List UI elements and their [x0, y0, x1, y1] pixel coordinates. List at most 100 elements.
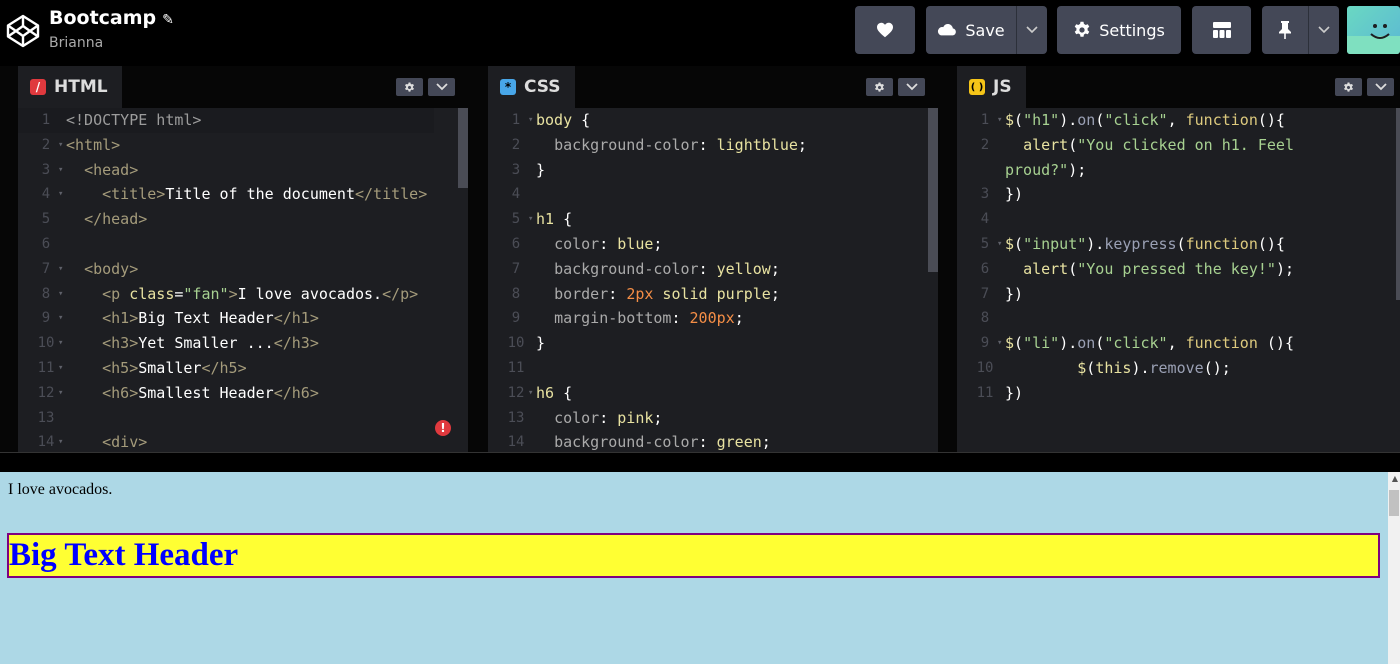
- chevron-down-icon: [435, 83, 448, 91]
- fold-arrow-icon[interactable]: ▾: [997, 108, 1002, 133]
- gear-icon: [405, 81, 414, 92]
- code-line[interactable]: 4: [957, 207, 1400, 232]
- css-settings-button[interactable]: [866, 78, 893, 96]
- code-line[interactable]: 14 background-color: green;: [488, 430, 938, 452]
- code-line[interactable]: 1 ▾ body {: [488, 108, 938, 133]
- code-line[interactable]: 1 ▾ $("h1").on("click", function(){: [957, 108, 1400, 133]
- css-scrollbar[interactable]: [928, 108, 938, 272]
- code-text: $("input").keypress(function(){: [1005, 234, 1285, 253]
- code-line[interactable]: 7 background-color: yellow;: [488, 257, 938, 282]
- js-settings-button[interactable]: [1335, 78, 1362, 96]
- tab-css[interactable]: * CSS: [488, 66, 575, 108]
- pin-dropdown-button[interactable]: [1308, 6, 1339, 54]
- fold-arrow-icon[interactable]: ▾: [58, 331, 63, 356]
- fold-arrow-icon[interactable]: ▾: [58, 356, 63, 381]
- code-line[interactable]: 4 ▾ <title>Title of the document</title>: [18, 182, 468, 207]
- code-line[interactable]: 7 ▾ <body>: [18, 257, 468, 282]
- line-number: 2: [980, 136, 990, 153]
- code-line[interactable]: 5 ▾ h1 {: [488, 207, 938, 232]
- line-number: 3: [41, 161, 51, 178]
- fold-arrow-icon[interactable]: ▾: [58, 381, 63, 406]
- code-line[interactable]: 8 border: 2px solid purple;: [488, 282, 938, 307]
- line-number: 7: [980, 285, 990, 302]
- code-line[interactable]: 9 ▾ $("li").on("click", function (){: [957, 331, 1400, 356]
- code-line[interactable]: 5 ▾ $("input").keypress(function(){: [957, 232, 1400, 257]
- fold-arrow-icon[interactable]: ▾: [528, 207, 533, 232]
- preview-scroll-thumb[interactable]: [1389, 490, 1399, 516]
- code-line[interactable]: 5 </head>: [18, 207, 468, 232]
- fold-arrow-icon[interactable]: ▾: [58, 430, 63, 452]
- fold-arrow-icon[interactable]: ▾: [997, 232, 1002, 257]
- pen-title-text[interactable]: Bootcamp: [49, 7, 156, 29]
- preview-h1[interactable]: Big Text Header: [7, 533, 1380, 578]
- pencil-icon[interactable]: ✎: [162, 12, 174, 28]
- pen-owner[interactable]: Brianna: [49, 35, 103, 51]
- code-line[interactable]: 11 ▾ <h5>Smaller</h5>: [18, 356, 468, 381]
- fold-arrow-icon[interactable]: ▾: [58, 182, 63, 207]
- tab-js[interactable]: ( ) JS: [957, 66, 1026, 108]
- result-preview[interactable]: I love avocados. Big Text Header ▲: [0, 472, 1400, 664]
- code-line[interactable]: 13 color: pink;: [488, 406, 938, 431]
- html-scrollbar[interactable]: [458, 108, 468, 188]
- code-line[interactable]: 2 alert("You clicked on h1. Feel: [957, 133, 1400, 158]
- fold-arrow-icon[interactable]: ▾: [997, 331, 1002, 356]
- js-scrollbar[interactable]: [1396, 108, 1400, 300]
- html-collapse-button[interactable]: [428, 78, 455, 96]
- code-line[interactable]: 13: [18, 406, 468, 431]
- heart-button[interactable]: [855, 6, 915, 54]
- code-line[interactable]: 7}): [957, 282, 1400, 307]
- code-line[interactable]: 8 ▾ <p class="fan">I love avocados.</p>: [18, 282, 468, 307]
- save-dropdown-button[interactable]: [1016, 6, 1047, 54]
- code-line[interactable]: 2 background-color: lightblue;: [488, 133, 938, 158]
- code-line[interactable]: 3}): [957, 182, 1400, 207]
- code-line[interactable]: 6 color: blue;: [488, 232, 938, 257]
- code-line[interactable]: proud?");: [957, 158, 1400, 183]
- pen-title[interactable]: Bootcamp ✎: [49, 7, 174, 29]
- css-code-editor[interactable]: 1 ▾ body {2 background-color: lightblue; 3}…: [488, 108, 938, 452]
- code-line[interactable]: 12 ▾ <h6>Smallest Header</h6>: [18, 381, 468, 406]
- code-line[interactable]: 11: [488, 356, 938, 381]
- pin-button[interactable]: [1262, 6, 1308, 54]
- tab-html[interactable]: / HTML: [18, 66, 122, 108]
- fold-arrow-icon[interactable]: ▾: [58, 282, 63, 307]
- line-number: 6: [511, 235, 521, 252]
- fold-arrow-icon[interactable]: ▾: [58, 158, 63, 183]
- layout-button[interactable]: [1192, 6, 1251, 54]
- settings-button[interactable]: Settings: [1057, 6, 1181, 54]
- code-line[interactable]: 9 margin-bottom: 200px;: [488, 306, 938, 331]
- fold-arrow-icon[interactable]: ▾: [58, 306, 63, 331]
- chevron-down-icon: [905, 83, 918, 91]
- code-line[interactable]: 4: [488, 182, 938, 207]
- code-line[interactable]: 8: [957, 306, 1400, 331]
- code-line[interactable]: 10 ▾ <h3>Yet Smaller ...</h3>: [18, 331, 468, 356]
- code-line[interactable]: 6 alert("You pressed the key!");: [957, 257, 1400, 282]
- css-collapse-button[interactable]: [898, 78, 925, 96]
- fold-arrow-icon[interactable]: ▾: [528, 108, 533, 133]
- code-line[interactable]: 3 ▾ <head>: [18, 158, 468, 183]
- fold-arrow-icon[interactable]: ▾: [528, 381, 533, 406]
- js-collapse-button[interactable]: [1367, 78, 1394, 96]
- code-line[interactable]: 6: [18, 232, 468, 257]
- code-line[interactable]: 1 <!DOCTYPE html>: [18, 108, 434, 133]
- js-code-editor[interactable]: 1 ▾ $("h1").on("click", function(){2 alert…: [957, 108, 1400, 452]
- preview-resizer[interactable]: [0, 452, 1400, 473]
- code-line[interactable]: 11}): [957, 381, 1400, 406]
- code-line[interactable]: 14 ▾ <div>: [18, 430, 468, 452]
- code-line[interactable]: 9 ▾ <h1>Big Text Header</h1>: [18, 306, 468, 331]
- code-line[interactable]: 10}: [488, 331, 938, 356]
- fold-arrow-icon[interactable]: ▾: [58, 133, 63, 158]
- line-number: 8: [980, 310, 990, 327]
- codepen-logo-icon[interactable]: [6, 14, 40, 48]
- preview-scrollbar[interactable]: ▲: [1388, 472, 1400, 664]
- save-button[interactable]: Save: [926, 6, 1016, 54]
- html-code-editor[interactable]: 1 <!DOCTYPE html> 2 ▾ <html> 3 ▾ <head> 4 ▾ <tit…: [18, 108, 468, 452]
- scroll-up-arrow-icon[interactable]: ▲: [1392, 474, 1398, 483]
- code-line[interactable]: 10 $(this).remove();: [957, 356, 1400, 381]
- user-avatar[interactable]: [1347, 6, 1400, 54]
- fold-arrow-icon[interactable]: ▾: [58, 257, 63, 282]
- error-icon[interactable]: !: [435, 420, 451, 436]
- html-settings-button[interactable]: [396, 78, 423, 96]
- code-line[interactable]: 3}: [488, 158, 938, 183]
- code-line[interactable]: 12 ▾ h6 {: [488, 381, 938, 406]
- code-line[interactable]: 2 ▾ <html>: [18, 133, 468, 158]
